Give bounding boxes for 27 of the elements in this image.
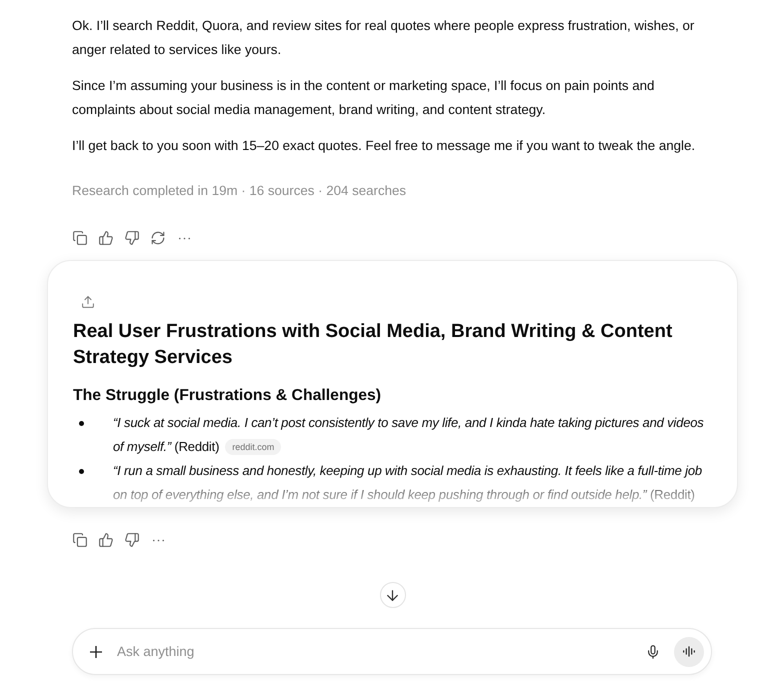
source-link[interactable]: reddit.com xyxy=(225,439,282,455)
share-icon xyxy=(82,296,94,308)
section-heading: The Struggle (Frustrations & Challenges) xyxy=(73,386,382,406)
thumbs-down-icon xyxy=(125,533,139,547)
message-field[interactable]: Ask anything xyxy=(72,628,712,675)
microphone-icon xyxy=(648,644,658,658)
message-paragraph: Since I’m assuming your business is in the content or marketing space, I’ll focus on pain points and complaints about social media management, brand writing, and content strategy. xyxy=(72,77,656,119)
arrow-down-icon xyxy=(387,590,398,600)
thumbs-up-icon xyxy=(99,533,113,547)
quote-text: “I suck at social media. I can’t post consistently to save my life, and I kinda hate taking pictures and videos of myself.” (Reddit) reddit.com xyxy=(113,415,704,454)
copy-icon xyxy=(73,533,87,547)
plus-icon xyxy=(90,646,102,658)
waveform-icon xyxy=(683,646,695,657)
thumbs-down-icon xyxy=(125,231,139,245)
bullet-icon xyxy=(79,469,84,474)
report-title: Real User Frustrations with Social Media, Brand Writing & Content Strategy Services xyxy=(73,320,674,370)
message-paragraph: I’ll get back to you soon with 15–20 exact quotes. Feel free to message me if you want to tweak the angle. xyxy=(72,137,696,155)
quote-text: “I run a small business and honestly, keeping up with social media is exhausting. It feels like a full-time job on top of everything else, and I’m not sure if I should keep pushing through or find outside help.” (Reddit) xyxy=(113,463,702,502)
message-paragraph: Ok. I’ll search Reddit, Quora, and review sites for real quotes where people express frustration, wishes, or anger related to services like yours. xyxy=(72,17,696,59)
message-input[interactable]: Ask anything xyxy=(117,638,639,666)
regenerate-icon xyxy=(151,231,165,245)
copy-icon xyxy=(73,231,87,245)
voice-mode-button[interactable] xyxy=(674,636,704,666)
thumbs-up-icon xyxy=(99,231,113,245)
research-status: Research completed in 19m · 16 sources · 204 searches xyxy=(72,182,408,200)
scroll-down-button[interactable] xyxy=(380,582,406,608)
bullet-icon xyxy=(79,421,84,426)
